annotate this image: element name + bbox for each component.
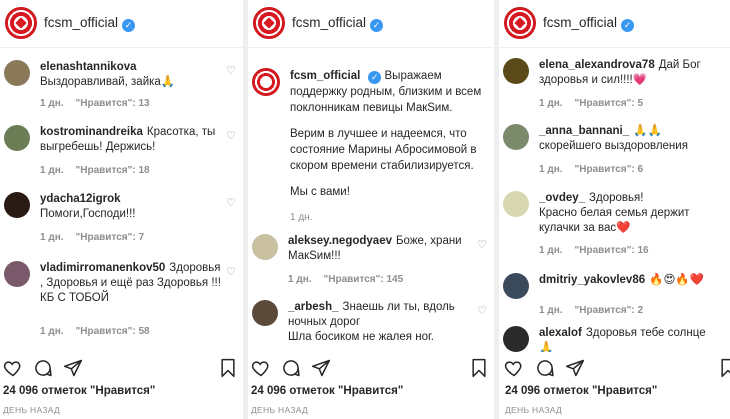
comment-time: 1 дн.	[539, 245, 563, 256]
comment-likes[interactable]: "Нравится": 5	[575, 98, 644, 109]
post-date: ДЕНЬ НАЗАД	[505, 405, 563, 415]
account-username[interactable]: fcsm_official ✓	[543, 15, 635, 32]
bookmark-icon[interactable]	[719, 358, 730, 378]
heart-icon[interactable]: ♡	[226, 267, 237, 278]
comment-time: 1 дн.	[539, 305, 563, 316]
comment-likes[interactable]: "Нравится": 58	[76, 326, 150, 337]
avatar[interactable]	[503, 273, 529, 299]
avatar[interactable]	[4, 60, 30, 86]
action-bar	[499, 358, 730, 382]
post-date: ДЕНЬ НАЗАД	[251, 405, 309, 415]
comment-username[interactable]: vladimirromanenkov50	[40, 262, 165, 274]
comment-username[interactable]: _arbesh_	[288, 301, 339, 313]
comment-likes[interactable]: "Нравится": 2	[575, 305, 644, 316]
comment-time: 1 дн.	[40, 232, 64, 243]
comment-text: Здоровья!	[589, 192, 644, 204]
avatar[interactable]	[503, 326, 529, 352]
heart-icon[interactable]: ♡	[226, 66, 237, 77]
comment-time: 1 дн.	[40, 98, 64, 109]
comment-likes[interactable]: "Нравится": 18	[76, 165, 150, 176]
verified-icon: ✓	[621, 19, 635, 32]
account-avatar[interactable]	[252, 68, 280, 96]
comment-icon[interactable]	[535, 358, 555, 378]
heart-icon[interactable]: ♡	[477, 240, 488, 251]
verified-icon: ✓	[370, 19, 384, 32]
post-panel-3: fcsm_official ✓ elena_alexandrova78 Дай Бо…	[499, 0, 730, 419]
post-header: fcsm_official ✓	[248, 0, 494, 48]
likes-count[interactable]: 24 096 отметок "Нравится"	[251, 385, 403, 397]
likes-count[interactable]: 24 096 отметок "Нравится"	[3, 385, 155, 397]
bookmark-icon[interactable]	[470, 358, 488, 378]
comment-username[interactable]: kostrominandreika	[40, 126, 143, 138]
avatar[interactable]	[252, 300, 278, 326]
comment-likes[interactable]: "Нравится": 13	[76, 98, 150, 109]
comment-username[interactable]: aleksey.negodyaev	[288, 235, 392, 247]
avatar[interactable]	[503, 191, 529, 217]
post-header: fcsm_official ✓	[0, 0, 243, 48]
account-username[interactable]: fcsm_official ✓	[292, 15, 384, 32]
comment-text-line2: Красно белая семья держит кулачки за вас…	[539, 207, 690, 234]
post-panel-2: fcsm_official ✓ fcsm_official ✓ Выражаем п…	[248, 0, 494, 419]
comment-text: Помоги,Господи!!!	[40, 208, 136, 220]
avatar[interactable]	[503, 58, 529, 84]
verified-icon: ✓	[122, 19, 136, 32]
comment-username[interactable]: elenashtannikova	[40, 60, 217, 75]
account-avatar[interactable]	[253, 7, 285, 39]
post-header: fcsm_official ✓	[499, 0, 730, 48]
comment-time: 1 дн.	[539, 164, 563, 175]
avatar[interactable]	[252, 234, 278, 260]
comment-likes[interactable]: "Нравится": 6	[575, 164, 644, 175]
heart-icon[interactable]	[251, 358, 271, 378]
action-bar	[0, 358, 243, 382]
caption-username[interactable]: fcsm_official	[290, 70, 360, 82]
heart-icon[interactable]: ♡	[226, 198, 237, 209]
account-avatar[interactable]	[504, 7, 536, 39]
comment-username[interactable]: dmitriy_yakovlev86	[539, 274, 645, 286]
action-bar	[248, 358, 494, 382]
comment-likes[interactable]: "Нравится": 145	[324, 274, 404, 285]
heart-icon[interactable]	[3, 358, 23, 378]
comment-time: 1 дн.	[288, 274, 312, 285]
comment-time: 1 дн.	[40, 326, 64, 337]
comment-text: Выздоравливай, зайка🙏	[40, 76, 176, 88]
post-date: ДЕНЬ НАЗАД	[3, 405, 61, 415]
caption-time: 1 дн.	[290, 212, 313, 223]
heart-icon[interactable]: ♡	[226, 131, 237, 142]
heart-icon[interactable]: ♡	[477, 306, 488, 317]
caption-text-2: Верим в лучшее и надеемся, что состояние…	[290, 128, 477, 172]
comment-text: Здоровья тебе солнце	[585, 327, 706, 339]
bookmark-icon[interactable]	[219, 358, 237, 378]
comment-time: 1 дн.	[539, 98, 563, 109]
share-icon[interactable]	[565, 358, 585, 378]
comment-text: 🔥😍🔥❤️	[649, 274, 705, 286]
comment-icon[interactable]	[281, 358, 301, 378]
avatar[interactable]	[4, 125, 30, 151]
comment-username[interactable]: elena_alexandrova78	[539, 59, 655, 71]
comment-likes[interactable]: "Нравится": 7	[76, 232, 145, 243]
comment-likes[interactable]: "Нравится": 16	[575, 245, 649, 256]
comment-text-line2: Шла босиком не жалея ног.	[288, 331, 434, 343]
comment-username[interactable]: _anna_bannani_	[539, 125, 629, 137]
share-icon[interactable]	[63, 358, 83, 378]
comment-username[interactable]: ydacha12igrok	[40, 192, 217, 207]
comment-username[interactable]: _ovdey_	[539, 192, 585, 204]
share-icon[interactable]	[311, 358, 331, 378]
heart-icon[interactable]	[504, 358, 524, 378]
avatar[interactable]	[4, 192, 30, 218]
caption-text-3: Мы с вами!	[290, 186, 350, 198]
likes-count[interactable]: 24 096 отметок "Нравится"	[505, 385, 657, 397]
comment-text-line2: КБ С ТОБОЙ	[40, 292, 110, 304]
verified-icon: ✓	[368, 71, 382, 84]
comment-icon[interactable]	[33, 358, 53, 378]
post-panel-1: fcsm_official ✓ elenashtannikova Выздорав…	[0, 0, 243, 419]
comment-time: 1 дн.	[40, 165, 64, 176]
account-username[interactable]: fcsm_official ✓	[44, 15, 136, 32]
account-avatar[interactable]	[5, 7, 37, 39]
comment-username[interactable]: alexalof	[539, 327, 582, 339]
avatar[interactable]	[4, 261, 30, 287]
avatar[interactable]	[503, 124, 529, 150]
